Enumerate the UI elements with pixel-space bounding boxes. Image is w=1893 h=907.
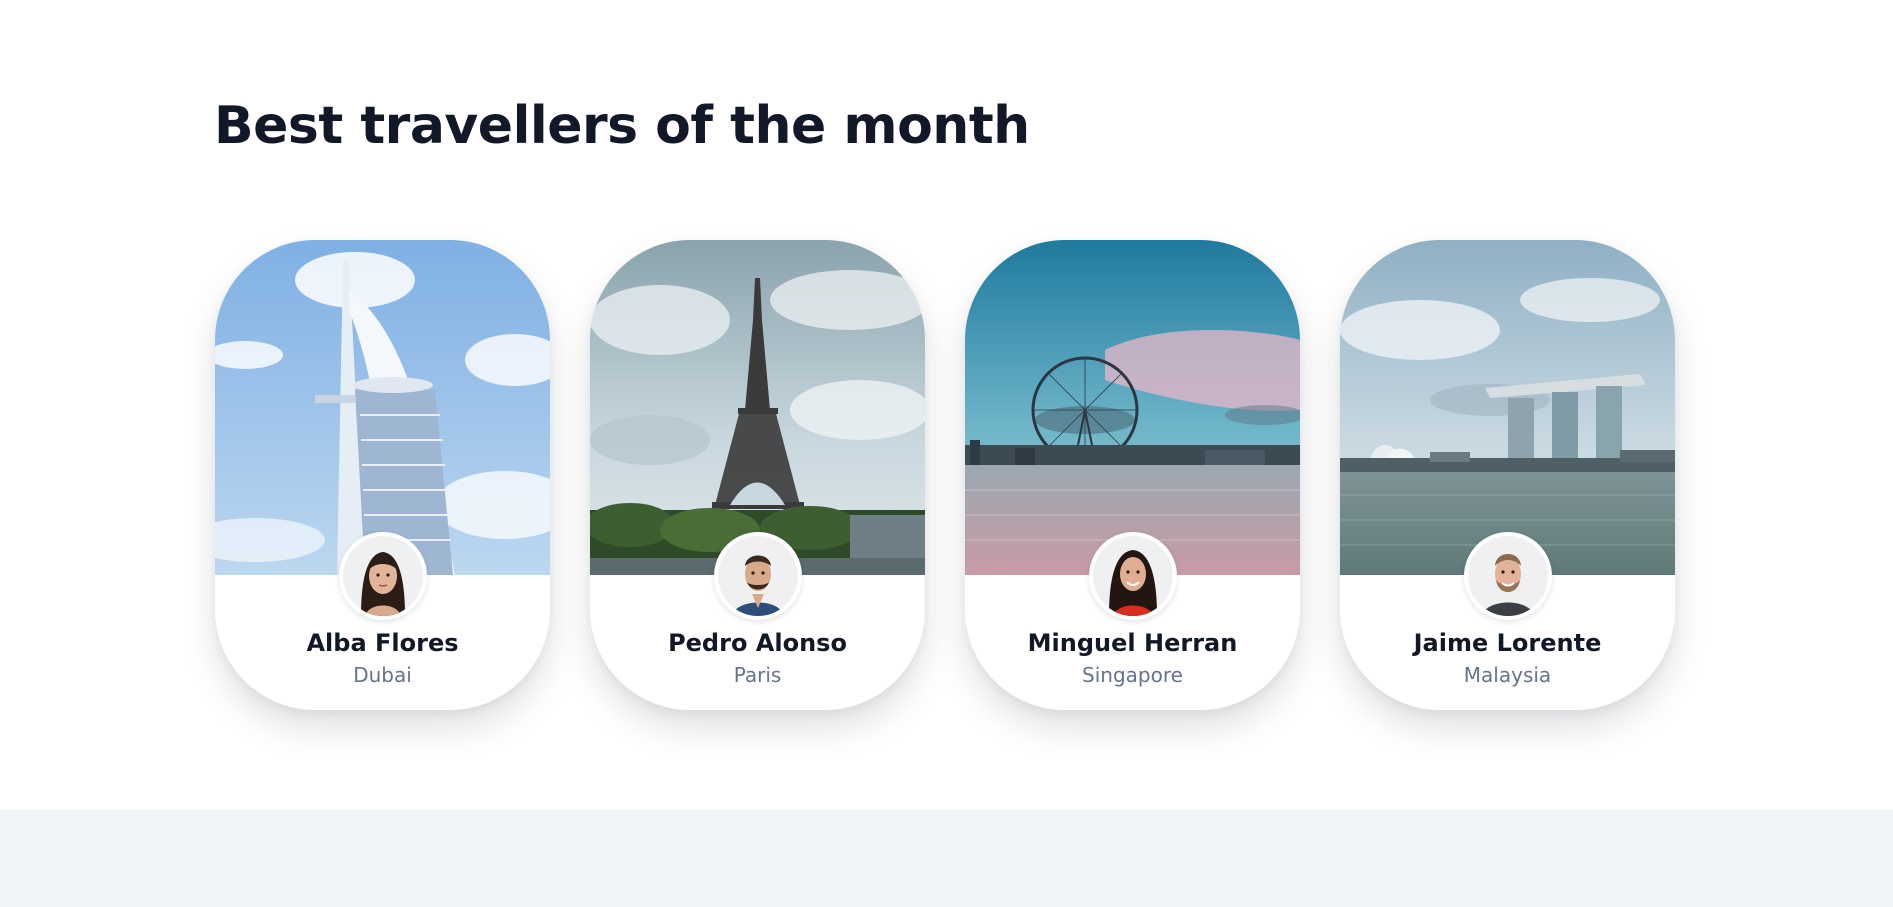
traveller-city: Paris [733, 663, 782, 687]
traveller-city: Dubai [353, 663, 412, 687]
best-travellers-section: Best travellers of the month Alba Flores… [0, 0, 1893, 810]
avatar [714, 532, 802, 620]
avatar [1089, 532, 1177, 620]
traveller-card-jaime-lorente[interactable]: Jaime Lorente Malaysia [1340, 240, 1675, 710]
eiffel-tower-photo [590, 240, 925, 575]
singapore-flyer-photo [965, 240, 1300, 575]
avatar [339, 532, 427, 620]
burj-al-arab-photo [215, 240, 550, 575]
traveller-name: Alba Flores [306, 629, 459, 657]
traveller-card-minguel-herran[interactable]: Minguel Herran Singapore [965, 240, 1300, 710]
traveller-card-pedro-alonso[interactable]: Pedro Alonso Paris [590, 240, 925, 710]
traveller-card-alba-flores[interactable]: Alba Flores Dubai [215, 240, 550, 710]
marina-bay-sands-photo [1340, 240, 1675, 575]
avatar [1464, 532, 1552, 620]
footer-band [0, 810, 1893, 907]
traveller-name: Jaime Lorente [1413, 629, 1602, 657]
section-title: Best travellers of the month [214, 96, 1030, 156]
traveller-name: Minguel Herran [1027, 629, 1238, 657]
traveller-name: Pedro Alonso [668, 629, 847, 657]
traveller-city: Singapore [1082, 663, 1183, 687]
traveller-city: Malaysia [1463, 663, 1552, 687]
